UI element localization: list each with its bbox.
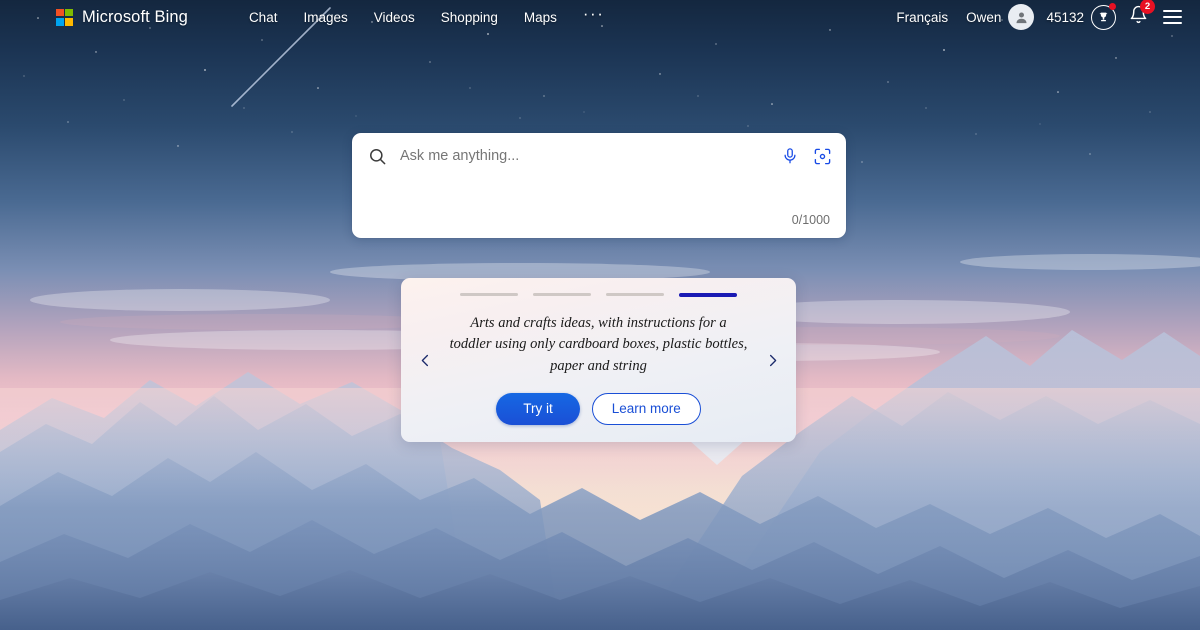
avatar <box>1008 4 1035 30</box>
chevron-left-icon <box>421 354 428 366</box>
search-input[interactable] <box>400 148 781 164</box>
hamburger-menu-icon[interactable] <box>1157 6 1190 28</box>
nav-chat[interactable]: Chat <box>236 5 291 30</box>
carousel-progress-indicators <box>460 293 737 297</box>
card-actions: Try it Learn more <box>496 392 701 425</box>
header-right-cluster: Français Owen 45132 2 <box>886 0 1190 32</box>
suggestion-carousel-card: Arts and crafts ideas, with instructions… <box>401 278 796 442</box>
trophy-icon <box>1091 2 1116 30</box>
search-box: 0/1000 <box>352 133 846 238</box>
visual-search-icon[interactable] <box>813 147 832 166</box>
chevron-right-icon <box>769 354 776 366</box>
microphone-icon[interactable] <box>781 147 799 165</box>
user-name: Owen <box>966 9 1002 25</box>
primary-nav: Chat Images Videos Shopping Maps ··· <box>236 5 617 30</box>
try-it-button[interactable]: Try it <box>496 392 580 425</box>
nav-more-icon[interactable]: ··· <box>570 5 617 27</box>
suggestion-text: Arts and crafts ideas, with instructions… <box>449 315 748 374</box>
nav-maps[interactable]: Maps <box>511 5 570 30</box>
nav-images[interactable]: Images <box>290 5 360 30</box>
brand-name: Microsoft Bing <box>82 7 188 26</box>
card-pointer-tail <box>690 441 744 465</box>
carousel-indicator-1[interactable] <box>460 293 518 296</box>
carousel-indicator-2[interactable] <box>533 293 591 296</box>
carousel-next-button[interactable] <box>759 347 785 373</box>
nav-videos[interactable]: Videos <box>361 5 428 30</box>
rewards-alert-dot <box>1109 2 1116 10</box>
rewards-button[interactable]: 45132 <box>1040 2 1122 32</box>
learn-more-button[interactable]: Learn more <box>591 392 701 425</box>
language-selector[interactable]: Français <box>886 5 958 30</box>
search-icon[interactable] <box>368 147 387 166</box>
search-input-row <box>352 133 846 179</box>
notification-count-badge: 2 <box>1140 0 1155 14</box>
bing-logo-link[interactable]: Microsoft Bing <box>56 8 188 27</box>
person-icon <box>1016 12 1027 23</box>
microsoft-logo-icon <box>56 8 73 26</box>
rewards-points: 45132 <box>1046 9 1084 25</box>
top-navigation-bar: Microsoft Bing Chat Images Videos Shoppi… <box>0 0 1200 34</box>
carousel-indicator-4[interactable] <box>679 293 737 297</box>
user-account-button[interactable]: Owen <box>958 2 1040 32</box>
nav-shopping[interactable]: Shopping <box>428 5 511 30</box>
character-counter: 0/1000 <box>791 213 830 227</box>
carousel-prev-button[interactable] <box>412 347 438 373</box>
notifications-button[interactable]: 2 <box>1122 0 1157 32</box>
carousel-indicator-3[interactable] <box>606 293 664 296</box>
